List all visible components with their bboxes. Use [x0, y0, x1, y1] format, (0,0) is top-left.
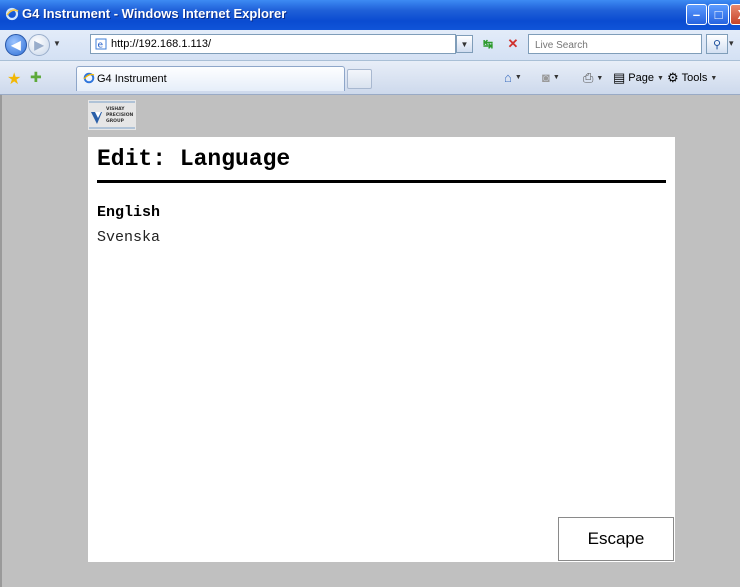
tools-menu-label: Tools: [681, 72, 708, 84]
language-option-english[interactable]: English: [97, 204, 160, 221]
search-box[interactable]: [528, 34, 702, 55]
logo-text-line1: VISHAY: [106, 106, 125, 112]
feeds-icon: ◙: [542, 70, 550, 85]
page-menu-button[interactable]: ▤ Page ▼: [613, 70, 664, 86]
search-button[interactable]: ⚲: [706, 34, 728, 54]
feeds-button[interactable]: ◙ ▼: [542, 70, 560, 85]
stop-button[interactable]: ✕: [503, 35, 523, 53]
window-left-border: [0, 95, 2, 587]
title-divider: [97, 180, 666, 183]
page-menu-label: Page: [628, 72, 654, 84]
tab-label: G4 Instrument: [97, 73, 167, 85]
refresh-button[interactable]: ↹: [478, 35, 498, 53]
window-titlebar: G4 Instrument - Windows Internet Explore…: [0, 0, 740, 30]
page-title: Edit: Language: [97, 146, 291, 172]
close-button[interactable]: X: [730, 4, 740, 25]
svg-text:e: e: [98, 41, 104, 51]
address-url: http://192.168.1.113/: [111, 38, 212, 50]
maximize-button[interactable]: □: [708, 4, 729, 25]
chevron-down-icon: ▼: [460, 39, 469, 49]
address-input[interactable]: e http://192.168.1.113/: [90, 34, 456, 54]
stop-icon: ✕: [507, 36, 519, 51]
logo-text-line3: GROUP: [106, 118, 125, 124]
escape-button[interactable]: Escape: [558, 517, 674, 561]
address-dropdown-button[interactable]: ▼: [456, 35, 473, 53]
logo-text-line2: PRECISION: [106, 112, 134, 118]
new-tab-button[interactable]: [347, 69, 372, 89]
home-button[interactable]: ⌂ ▼: [504, 70, 522, 85]
address-bar-row: ◀ ▶ ▼ e http://192.168.1.113/ ▼ ↹ ✕ ⚲ ▾: [0, 30, 740, 61]
language-option-svenska[interactable]: Svenska: [97, 229, 160, 246]
minimize-icon: –: [692, 7, 701, 22]
add-favorites-icon[interactable]: ✚: [30, 69, 42, 86]
chevron-down-icon: ▼: [710, 74, 718, 82]
tab-g4-instrument[interactable]: G4 Instrument: [76, 66, 345, 91]
print-button[interactable]: ⎙ ▼: [583, 70, 603, 86]
forward-arrow-icon: ▶: [34, 38, 44, 52]
window-title: G4 Instrument - Windows Internet Explore…: [22, 6, 287, 21]
chevron-down-icon: ▼: [596, 74, 604, 82]
search-icon: ⚲: [712, 38, 722, 51]
chevron-down-icon: ▼: [514, 74, 522, 81]
close-icon: X: [731, 5, 740, 24]
refresh-icon: ↹: [482, 37, 494, 51]
back-button[interactable]: ◀: [5, 34, 27, 56]
ie-page-icon: [83, 72, 95, 84]
minimize-button[interactable]: –: [686, 4, 707, 25]
ie-logo-icon: [5, 7, 19, 21]
maximize-icon: □: [714, 7, 723, 22]
search-input[interactable]: [533, 36, 697, 55]
gear-icon: ⚙: [667, 70, 679, 85]
printer-icon: ⎙: [583, 70, 594, 85]
recent-pages-dropdown-icon[interactable]: ▼: [53, 39, 61, 48]
favorites-star-icon[interactable]: ★: [7, 69, 21, 89]
forward-button[interactable]: ▶: [28, 34, 50, 56]
page-icon: ▤: [613, 70, 626, 85]
tab-bar: ★ ✚ G4 Instrument ⌂ ▼ ◙ ▼ ⎙ ▼ ▤ Page ▼ ⚙ Tools…: [0, 61, 740, 95]
tools-menu-button[interactable]: ⚙ Tools ▼: [667, 70, 717, 86]
language-edit-panel: Edit: Language English Svenska: [88, 137, 675, 562]
back-arrow-icon: ◀: [11, 38, 21, 52]
page-content: VISHAY PRECISION GROUP Edit: Language En…: [0, 95, 740, 587]
search-options-dropdown-icon[interactable]: ▾: [729, 38, 734, 49]
vishay-logo: VISHAY PRECISION GROUP: [88, 100, 136, 130]
page-icon: e: [95, 38, 107, 50]
chevron-down-icon: ▼: [657, 74, 664, 82]
chevron-down-icon: ▼: [552, 74, 560, 81]
home-icon: ⌂: [504, 70, 512, 85]
